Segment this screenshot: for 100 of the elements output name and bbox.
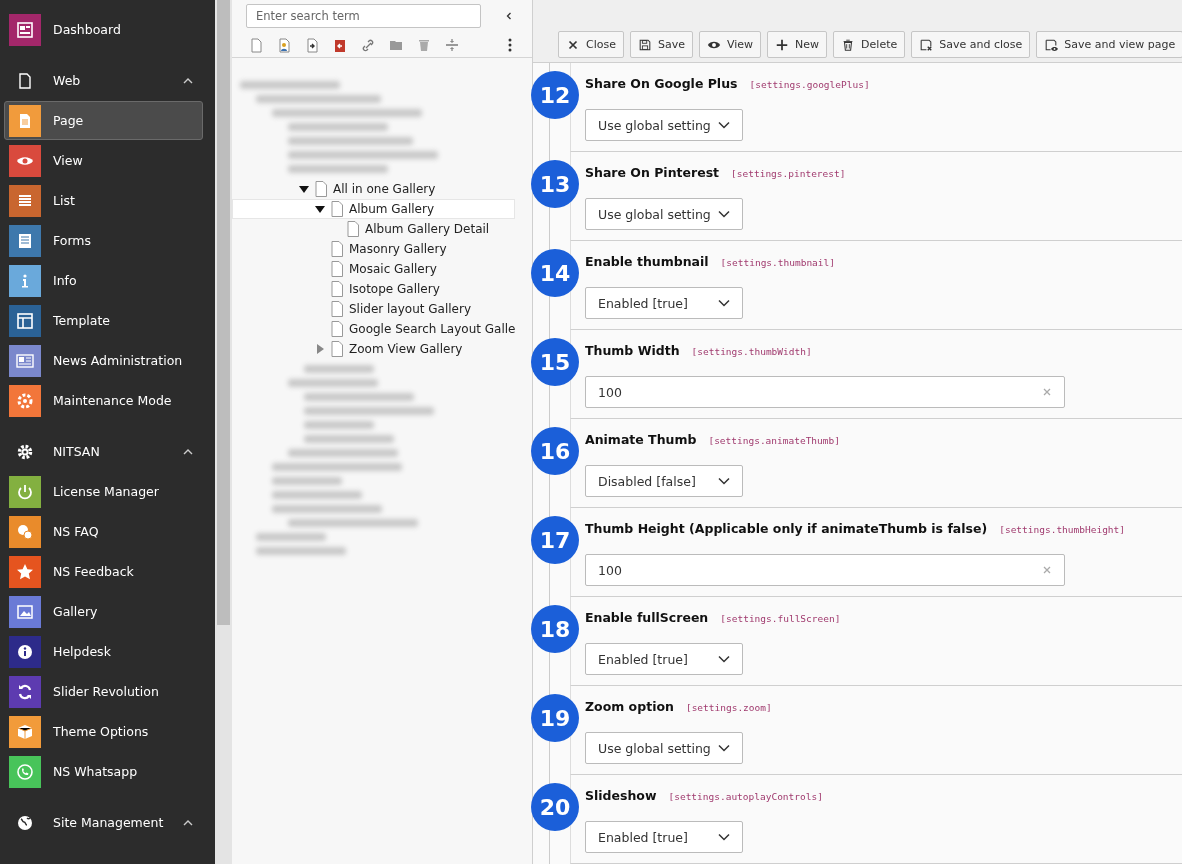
toolbar-button[interactable]: Save and close (911, 31, 1031, 58)
tree-item[interactable]: All in one Gallery (232, 179, 515, 199)
module-item[interactable]: Theme Options (4, 712, 203, 751)
select-field[interactable]: Disabled [false] (585, 465, 743, 497)
page-icon (315, 181, 327, 197)
toolbar-button[interactable]: Delete (833, 31, 906, 58)
new-page-icon[interactable] (248, 37, 264, 53)
chevron-down-icon (718, 477, 730, 485)
input-field[interactable]: 100 (585, 554, 1065, 586)
toolbar-button[interactable]: Close (558, 31, 624, 58)
module-item[interactable]: Page (4, 101, 203, 140)
number-badge: 16 (531, 427, 579, 475)
field-label: Share On Pinterest (585, 165, 720, 180)
chevron-down-icon (718, 210, 730, 218)
page-icon (331, 301, 343, 317)
module-item[interactable]: Slider Revolution (4, 672, 203, 711)
save-view-icon (1044, 37, 1059, 52)
toolbar-button[interactable]: View (699, 31, 762, 58)
page-link-icon[interactable] (304, 37, 320, 53)
chevron-down-icon (718, 833, 730, 841)
module-item[interactable]: View (4, 141, 203, 180)
clear-icon[interactable] (1042, 565, 1052, 575)
tree-item[interactable]: Isotope Gallery (232, 279, 515, 299)
field-key: [settings.fullScreen] (720, 613, 841, 624)
select-field[interactable]: Enabled [true] (585, 287, 743, 319)
page-user-icon[interactable] (276, 37, 292, 53)
more-icon[interactable] (508, 37, 512, 53)
module-item[interactable]: Info (4, 261, 203, 300)
plus-icon (775, 37, 790, 52)
module-group-header[interactable]: Web (4, 61, 203, 100)
divider-icon[interactable] (444, 37, 460, 53)
number-badge: 17 (531, 516, 579, 564)
field-key: [settings.thumbnail] (720, 257, 835, 268)
field-label: Enable fullScreen (585, 610, 709, 625)
module-item[interactable]: Gallery (4, 592, 203, 631)
field-label: Slideshow (585, 788, 657, 803)
select-field[interactable]: Use global setting (585, 109, 743, 141)
module-item[interactable]: Maintenance Mode (4, 381, 203, 420)
save-close-icon (919, 37, 934, 52)
toggle-icon[interactable] (315, 204, 325, 214)
number-badge: 15 (531, 338, 579, 386)
module-item[interactable]: NS Feedback (4, 552, 203, 591)
trash-icon[interactable] (416, 37, 432, 53)
field-key: [settings.googlePlus] (749, 79, 870, 90)
tree-item[interactable]: Mosaic Gallery (232, 259, 515, 279)
scrollbar[interactable] (217, 0, 230, 625)
page-icon (331, 201, 343, 217)
module-item[interactable]: NS FAQ (4, 512, 203, 551)
number-badge: 18 (531, 605, 579, 653)
field-key: [settings.zoom] (685, 702, 772, 713)
link-icon[interactable] (360, 37, 376, 53)
number-badge: 13 (531, 160, 579, 208)
toolbar-button[interactable]: Save and view page (1036, 31, 1182, 58)
tree-item[interactable]: Google Search Layout Galle (232, 319, 519, 339)
module-item[interactable]: Helpdesk (4, 632, 203, 671)
toggle-icon[interactable] (315, 344, 325, 354)
field-label: Zoom option (585, 699, 674, 714)
chevron-down-icon (718, 121, 730, 129)
module-item[interactable]: Forms (4, 221, 203, 260)
chevron-down-icon (718, 299, 730, 307)
module-item[interactable]: License Manager (4, 472, 203, 511)
module-item[interactable]: NS Whatsapp (4, 752, 203, 791)
tree-item[interactable]: Album Gallery (232, 199, 515, 219)
tree-item[interactable]: Zoom View Gallery (232, 339, 515, 359)
field-label: Share On Google Plus (585, 76, 738, 91)
clear-icon[interactable] (1042, 387, 1052, 397)
tree-item[interactable]: Slider layout Gallery (232, 299, 515, 319)
field-label: Animate Thumb (585, 432, 697, 447)
toggle-icon[interactable] (299, 184, 309, 194)
select-field[interactable]: Use global setting (585, 732, 743, 764)
module-item[interactable]: News Administration (4, 341, 203, 380)
page-icon (331, 261, 343, 277)
field-label: Thumb Height (Applicable only if animateThumb is false) (585, 521, 988, 536)
module-group-header[interactable]: NITSAN (4, 432, 203, 471)
page-icon (331, 341, 343, 357)
input-field[interactable]: 100 (585, 376, 1065, 408)
chevron-left-icon[interactable] (504, 11, 514, 21)
module-item[interactable]: Dashboard (4, 10, 203, 49)
module-group-header[interactable]: Site Management (4, 803, 203, 842)
toolbar-button[interactable]: Save (629, 31, 693, 58)
field-key: [settings.animateThumb] (708, 435, 840, 446)
module-item[interactable]: Template (4, 301, 203, 340)
chevron-down-icon (718, 655, 730, 663)
tree-item[interactable]: Masonry Gallery (232, 239, 515, 259)
page-return-icon[interactable] (332, 37, 348, 53)
chevron-down-icon (718, 744, 730, 752)
field-key: [settings.autoplayControls] (668, 791, 823, 802)
number-badge: 12 (531, 71, 579, 119)
select-field[interactable]: Enabled [true] (585, 821, 743, 853)
select-field[interactable]: Use global setting (585, 198, 743, 230)
field-key: [settings.thumbWidth] (691, 346, 812, 357)
select-field[interactable]: Enabled [true] (585, 643, 743, 675)
number-badge: 19 (531, 694, 579, 742)
page-icon (331, 241, 343, 257)
number-badge: 14 (531, 249, 579, 297)
module-item[interactable]: List (4, 181, 203, 220)
toolbar-button[interactable]: New (767, 31, 828, 58)
search-field[interactable]: Enter search term (246, 4, 481, 28)
field-label: Thumb Width (585, 343, 680, 358)
tree-item[interactable]: Album Gallery Detail (232, 219, 515, 239)
